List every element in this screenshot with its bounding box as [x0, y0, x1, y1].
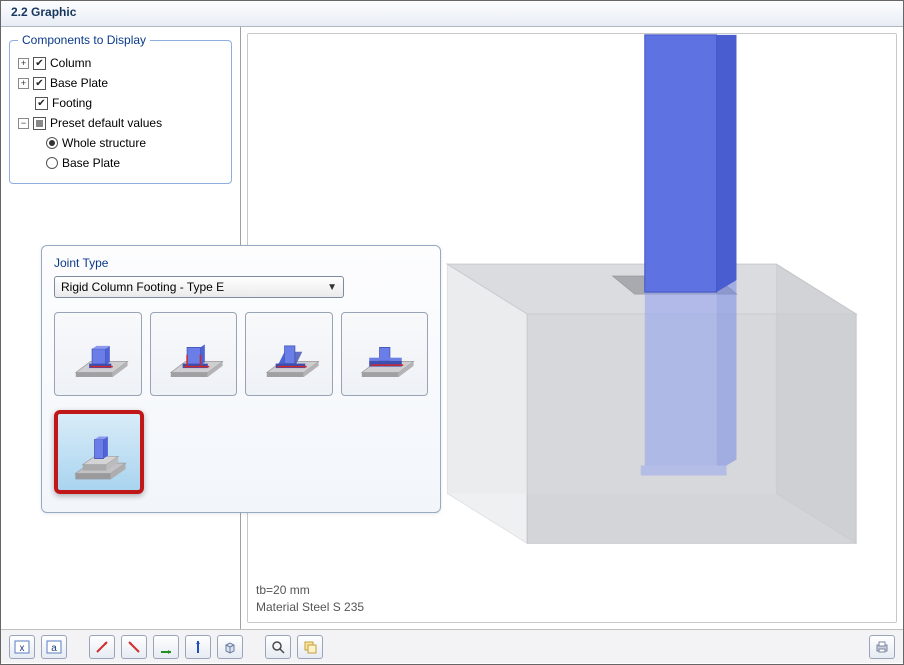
- toolbar-copy-graphic[interactable]: [297, 635, 323, 659]
- checkbox-column[interactable]: [33, 57, 46, 70]
- checkbox-base-plate[interactable]: [33, 77, 46, 90]
- components-fieldset: Components to Display + Column + Base Pl…: [9, 33, 232, 184]
- svg-text:a: a: [51, 643, 57, 654]
- toolbar-show-values-a[interactable]: a: [41, 635, 67, 659]
- checkbox-preset[interactable]: [33, 117, 46, 130]
- joint-type-select[interactable]: Rigid Column Footing - Type E ▼: [54, 276, 344, 298]
- tree-label: Column: [50, 56, 91, 70]
- radio-whole-structure[interactable]: [46, 137, 58, 149]
- checkbox-footing[interactable]: [35, 97, 48, 110]
- tree-label: Preset default values: [50, 116, 162, 130]
- toolbar-zoom-search[interactable]: [265, 635, 291, 659]
- joint-type-selected-label: Rigid Column Footing - Type E: [61, 280, 224, 294]
- expander-icon[interactable]: +: [18, 78, 29, 89]
- left-panel: Components to Display + Column + Base Pl…: [1, 27, 241, 629]
- toolbar-view-z[interactable]: [185, 635, 211, 659]
- tree-item-base-plate-radio: Base Plate: [18, 153, 223, 173]
- joint-option-type-a[interactable]: [54, 312, 142, 396]
- status-line-2: Material Steel S 235: [256, 599, 364, 616]
- joint-thumbnails-row-2: [54, 410, 428, 494]
- components-legend: Components to Display: [18, 33, 150, 47]
- joint-type-title: Joint Type: [54, 256, 428, 270]
- tree-label: Whole structure: [62, 136, 146, 150]
- bottom-toolbar: x a: [1, 629, 903, 663]
- collapse-icon[interactable]: −: [18, 118, 29, 129]
- joint-type-panel: Joint Type Rigid Column Footing - Type E…: [41, 245, 441, 513]
- svg-text:x: x: [20, 643, 25, 654]
- tree-label: Footing: [52, 96, 92, 110]
- tree-label: Base Plate: [62, 156, 120, 170]
- joint-option-type-d[interactable]: [341, 312, 429, 396]
- tree-item-preset: − Preset default values: [18, 113, 223, 133]
- joint-thumbnails-row-1: [54, 312, 428, 396]
- joint-option-type-b[interactable]: [150, 312, 238, 396]
- expander-icon[interactable]: +: [18, 58, 29, 69]
- toolbar-view-y[interactable]: [153, 635, 179, 659]
- joint-option-type-c[interactable]: [245, 312, 333, 396]
- radio-base-plate[interactable]: [46, 157, 58, 169]
- main-area: Components to Display + Column + Base Pl…: [1, 27, 903, 629]
- toolbar-view-x[interactable]: [89, 635, 115, 659]
- tree-item-base-plate: + Base Plate: [18, 73, 223, 93]
- toolbar-isometric[interactable]: [217, 635, 243, 659]
- joint-option-type-e[interactable]: [54, 410, 144, 494]
- toolbar-show-values-x[interactable]: x: [9, 635, 35, 659]
- chevron-down-icon: ▼: [327, 282, 337, 293]
- status-line-1: tb=20 mm: [256, 582, 364, 599]
- viewport-status-text: tb=20 mm Material Steel S 235: [256, 582, 364, 616]
- tree-item-column: + Column: [18, 53, 223, 73]
- tree-item-footing: Footing: [18, 93, 223, 113]
- window-title: 2.2 Graphic: [1, 1, 903, 27]
- tree-item-whole-structure: Whole structure: [18, 133, 223, 153]
- tree-label: Base Plate: [50, 76, 108, 90]
- toolbar-print[interactable]: [869, 635, 895, 659]
- toolbar-view-neg-x[interactable]: [121, 635, 147, 659]
